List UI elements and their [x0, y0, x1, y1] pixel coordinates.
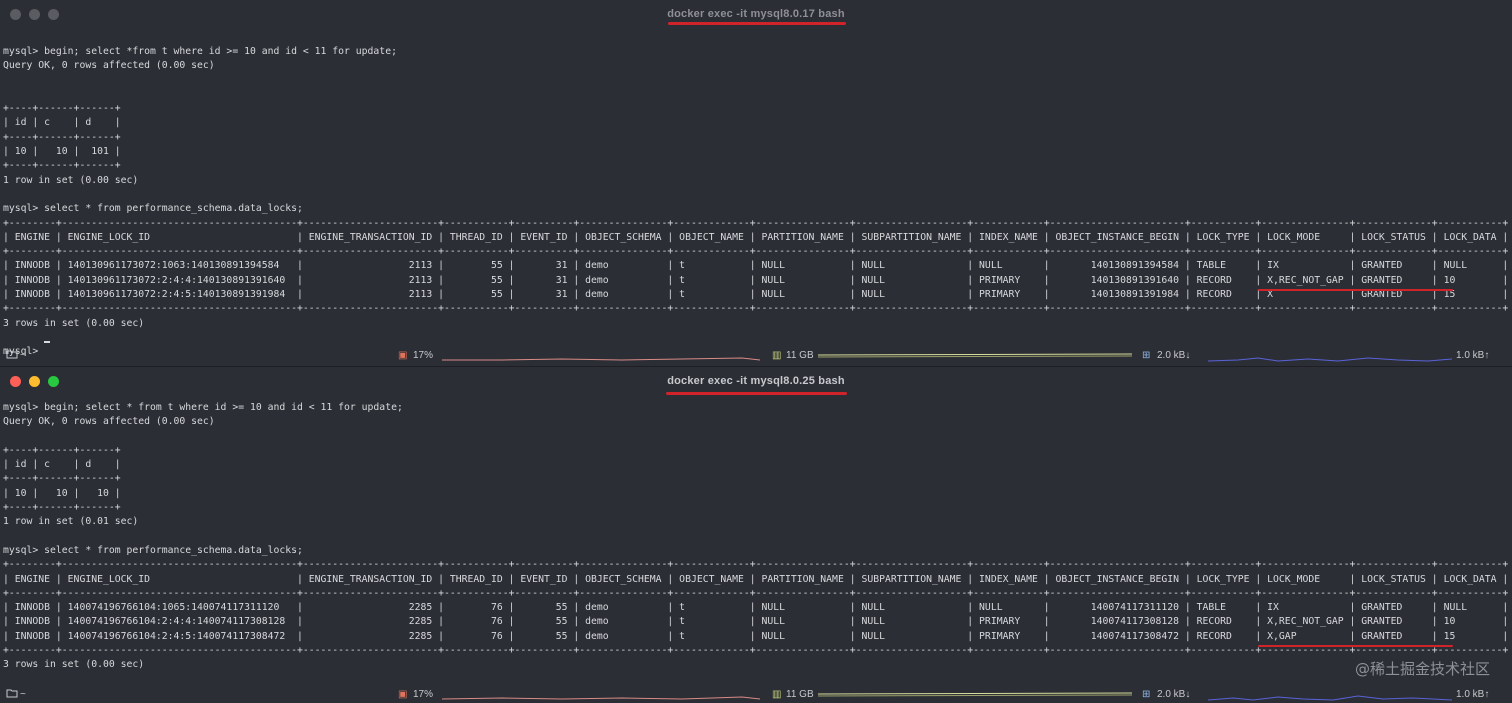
- minimize-button[interactable]: [29, 9, 40, 20]
- annotation-underline-title: [666, 392, 847, 395]
- terminal-output[interactable]: mysql> begin; select *from t where id >=…: [3, 45, 1508, 360]
- network-sparkline: [1208, 695, 1452, 701]
- window-title: docker exec -it mysql8.0.25 bash: [667, 375, 845, 387]
- memory-usage: 11 GB: [786, 350, 814, 361]
- close-button[interactable]: [10, 9, 21, 20]
- cwd: ~: [20, 689, 26, 700]
- window-controls: [10, 9, 59, 20]
- window-title: docker exec -it mysql8.0.17 bash: [667, 8, 845, 20]
- network-icon: ⊞: [1142, 350, 1151, 361]
- memory-sparkline: [818, 353, 1132, 358]
- memory-usage: 11 GB: [786, 689, 814, 700]
- zoom-button[interactable]: [48, 9, 59, 20]
- network-up: 1.0 kB↑: [1456, 689, 1490, 700]
- folder-icon: [6, 688, 18, 703]
- memory-sparkline: [818, 692, 1132, 697]
- network-down: 2.0 kB↓: [1157, 350, 1191, 361]
- window-controls: [10, 376, 59, 387]
- network-icon: ⊞: [1142, 689, 1151, 700]
- terminal-window-bottom[interactable]: docker exec -it mysql8.0.25 bash mysql> …: [0, 366, 1512, 703]
- title-bar[interactable]: docker exec -it mysql8.0.25 bash: [0, 367, 1512, 395]
- cwd: ~: [20, 350, 26, 361]
- cpu-icon: ▣: [398, 350, 408, 361]
- network-up: 1.0 kB↑: [1456, 350, 1490, 361]
- network-down: 2.0 kB↓: [1157, 689, 1191, 700]
- minimize-button[interactable]: [29, 376, 40, 387]
- memory-icon: ▥: [772, 350, 782, 361]
- network-sparkline: [1208, 357, 1452, 362]
- memory-icon: ▥: [772, 689, 782, 700]
- annotation-underline-lockmode: [1258, 289, 1453, 291]
- status-bar: ~ ▣ 17% ▥ 11 GB ⊞ 2.0 kB↓ 1.0 kB↑: [0, 686, 1512, 703]
- cpu-sparkline: [442, 696, 760, 700]
- terminal-output[interactable]: mysql> begin; select * from t where id >…: [3, 401, 1508, 673]
- terminal-window-top[interactable]: docker exec -it mysql8.0.17 bash mysql> …: [0, 0, 1512, 366]
- folder-icon: [6, 349, 18, 364]
- cpu-icon: ▣: [398, 689, 408, 700]
- watermark: @稀土掘金技术社区: [1354, 660, 1490, 678]
- close-button[interactable]: [10, 376, 21, 387]
- terminal-cursor: [44, 341, 50, 343]
- zoom-button[interactable]: [48, 376, 59, 387]
- cpu-usage: 17%: [413, 350, 434, 361]
- cpu-usage: 17%: [413, 689, 434, 700]
- status-bar: ~ ▣ 17% ▥ 11 GB ⊞ 2.0 kB↓ 1.0 kB↑: [0, 347, 1512, 365]
- cpu-sparkline: [442, 357, 760, 361]
- annotation-underline-title: [668, 22, 846, 25]
- annotation-underline-lockmode: [1258, 645, 1453, 647]
